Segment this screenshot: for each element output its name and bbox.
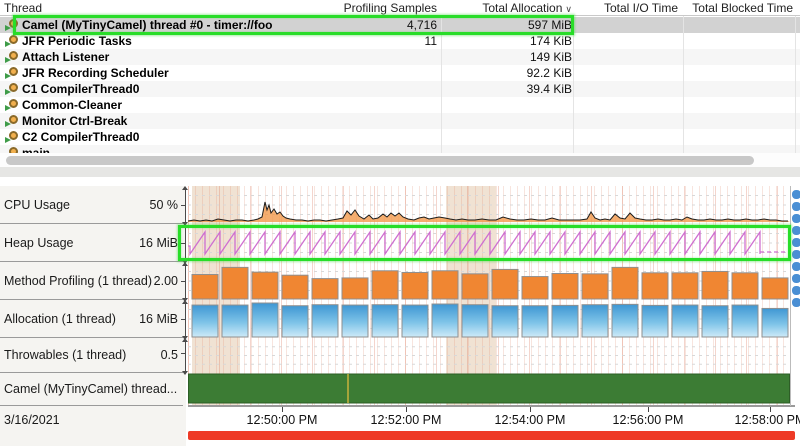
vertical-scrollbar-segment[interactable] xyxy=(792,238,800,247)
vertical-scrollbar-segment[interactable] xyxy=(792,250,800,259)
vertical-scrollbar-segment[interactable] xyxy=(792,226,800,235)
table-row[interactable]: C1 CompilerThread0 39.4 KiB xyxy=(0,81,800,97)
time-axis-label: 12:50:00 PM xyxy=(247,413,318,427)
method-profiling-chart xyxy=(188,262,790,300)
plot-right-border xyxy=(790,186,791,406)
vertical-scrollbar-segment[interactable] xyxy=(792,214,800,223)
allocation-chart xyxy=(188,300,790,338)
track-label-row[interactable]: CPU Usage 50 % xyxy=(0,186,183,224)
table-row[interactable]: Camel (MyTinyCamel) thread #0 - timer://… xyxy=(0,17,800,33)
track-label-column: CPU Usage 50 % Heap Usage 16 MiB Method Prof… xyxy=(0,186,186,446)
time-range-selector[interactable] xyxy=(188,431,795,440)
time-axis-label: 12:54:00 PM xyxy=(495,413,566,427)
time-axis-label: 12:56:00 PM xyxy=(613,413,684,427)
track-y-axis xyxy=(182,338,190,373)
thread-name: C1 CompilerThread0 xyxy=(22,81,139,97)
track-label-row[interactable]: Allocation (1 thread)16 MiB xyxy=(0,300,183,338)
track-axis-value: 0.5 xyxy=(100,348,178,362)
vertical-scrollbar-segment[interactable] xyxy=(792,286,800,295)
thread-lifespan-bar xyxy=(188,373,790,406)
vertical-scrollbar-segment[interactable] xyxy=(792,202,800,211)
thread-name: JFR Periodic Tasks xyxy=(22,33,132,49)
track-label: Camel (MyTinyCamel) thread... xyxy=(4,382,177,396)
thread-name: JFR Recording Scheduler xyxy=(22,65,169,81)
thread-icon xyxy=(5,67,19,79)
table-horizontal-scrollbar-thumb[interactable] xyxy=(6,156,754,165)
time-axis-tick xyxy=(406,407,407,412)
column-header-total-blocked-time[interactable]: Total Blocked Time xyxy=(600,1,793,15)
cell-total-allocation: 92.2 KiB xyxy=(437,65,572,81)
table-row[interactable]: JFR Periodic Tasks 11174 KiB xyxy=(0,33,800,49)
cell-total-allocation: 39.4 KiB xyxy=(437,81,572,97)
time-axis-tick xyxy=(648,407,649,412)
profiler-window: Thread Profiling Samples Total Allocatio… xyxy=(0,0,800,446)
vertical-scrollbar-segment[interactable] xyxy=(792,262,800,271)
track-axis-value: 50 % xyxy=(100,198,178,212)
cell-total-allocation: 174 KiB xyxy=(437,33,572,49)
table-horizontal-scrollbar-track[interactable] xyxy=(0,153,800,167)
thread-icon xyxy=(5,99,19,111)
thread-icon xyxy=(5,115,19,127)
track-label: Heap Usage xyxy=(4,236,74,250)
thread-table-body: Camel (MyTinyCamel) thread #0 - timer://… xyxy=(0,17,800,153)
vertical-scrollbar-segment[interactable] xyxy=(792,298,800,307)
thread-name: C2 CompilerThread0 xyxy=(22,129,139,145)
column-header-thread[interactable]: Thread xyxy=(4,1,42,15)
thread-name: Camel (MyTinyCamel) thread #0 - timer://… xyxy=(22,17,273,33)
cell-total-allocation: 149 KiB xyxy=(437,49,572,65)
thread-icon xyxy=(5,131,19,143)
column-divider xyxy=(683,16,684,153)
track-label-row[interactable]: Heap Usage 16 MiB xyxy=(0,224,183,262)
track-label-row[interactable]: Camel (MyTinyCamel) thread... xyxy=(0,373,183,406)
track-label-row[interactable]: Throwables (1 thread)0.5 xyxy=(0,338,183,373)
track-y-axis xyxy=(182,186,190,224)
table-header: Thread Profiling Samples Total Allocatio… xyxy=(0,0,800,16)
vertical-scrollbar-segment[interactable] xyxy=(792,274,800,283)
column-divider xyxy=(795,16,796,153)
table-row[interactable]: Common-Cleaner xyxy=(0,97,800,113)
throwables-chart xyxy=(188,338,790,373)
date-label: 3/16/2021 xyxy=(4,413,60,427)
vertical-scrollbar-segment[interactable] xyxy=(792,190,800,199)
track-y-axis xyxy=(182,300,190,338)
time-axis-line xyxy=(188,405,795,407)
thread-name: main xyxy=(22,145,50,153)
track-axis-value: 16 MiB xyxy=(100,236,178,250)
thread-icon xyxy=(5,51,19,63)
time-axis-tick xyxy=(530,407,531,412)
time-axis-tick xyxy=(770,407,771,412)
thread-icon xyxy=(5,83,19,95)
thread-name: Monitor Ctrl-Break xyxy=(22,113,127,129)
cell-total-allocation: 597 MiB xyxy=(437,17,572,33)
cell-profiling-samples: 4,716 xyxy=(280,17,437,33)
table-row[interactable]: Attach Listener 149 KiB xyxy=(0,49,800,65)
track-axis-value: 16 MiB xyxy=(100,312,178,326)
vertical-scrollbar[interactable] xyxy=(792,190,800,310)
track-label-row[interactable]: Method Profiling (1 thread)2.00 xyxy=(0,262,183,300)
cell-profiling-samples: 11 xyxy=(280,33,437,49)
column-divider xyxy=(573,16,574,153)
heap-usage-chart xyxy=(188,224,790,262)
track-label: CPU Usage xyxy=(4,198,70,212)
track-axis-value: 2.00 xyxy=(100,274,178,288)
thread-icon xyxy=(5,35,19,47)
time-axis-label: 12:58:00 PM xyxy=(735,413,800,427)
cpu-usage-chart xyxy=(188,186,790,224)
time-axis-tick xyxy=(282,407,283,412)
table-row[interactable]: main xyxy=(0,145,800,153)
table-row[interactable]: Monitor Ctrl-Break xyxy=(0,113,800,129)
thread-name: Common-Cleaner xyxy=(22,97,122,113)
table-row[interactable]: JFR Recording Scheduler 92.2 KiB xyxy=(0,65,800,81)
track-y-axis xyxy=(182,224,190,262)
table-bottom-edge xyxy=(0,167,800,177)
thread-icon xyxy=(5,19,19,31)
time-axis-label: 12:52:00 PM xyxy=(371,413,442,427)
column-header-profiling-samples[interactable]: Profiling Samples xyxy=(280,1,437,15)
thread-name: Attach Listener xyxy=(22,49,109,65)
column-divider xyxy=(441,16,442,153)
track-y-axis xyxy=(182,262,190,300)
table-row[interactable]: C2 CompilerThread0 xyxy=(0,129,800,145)
